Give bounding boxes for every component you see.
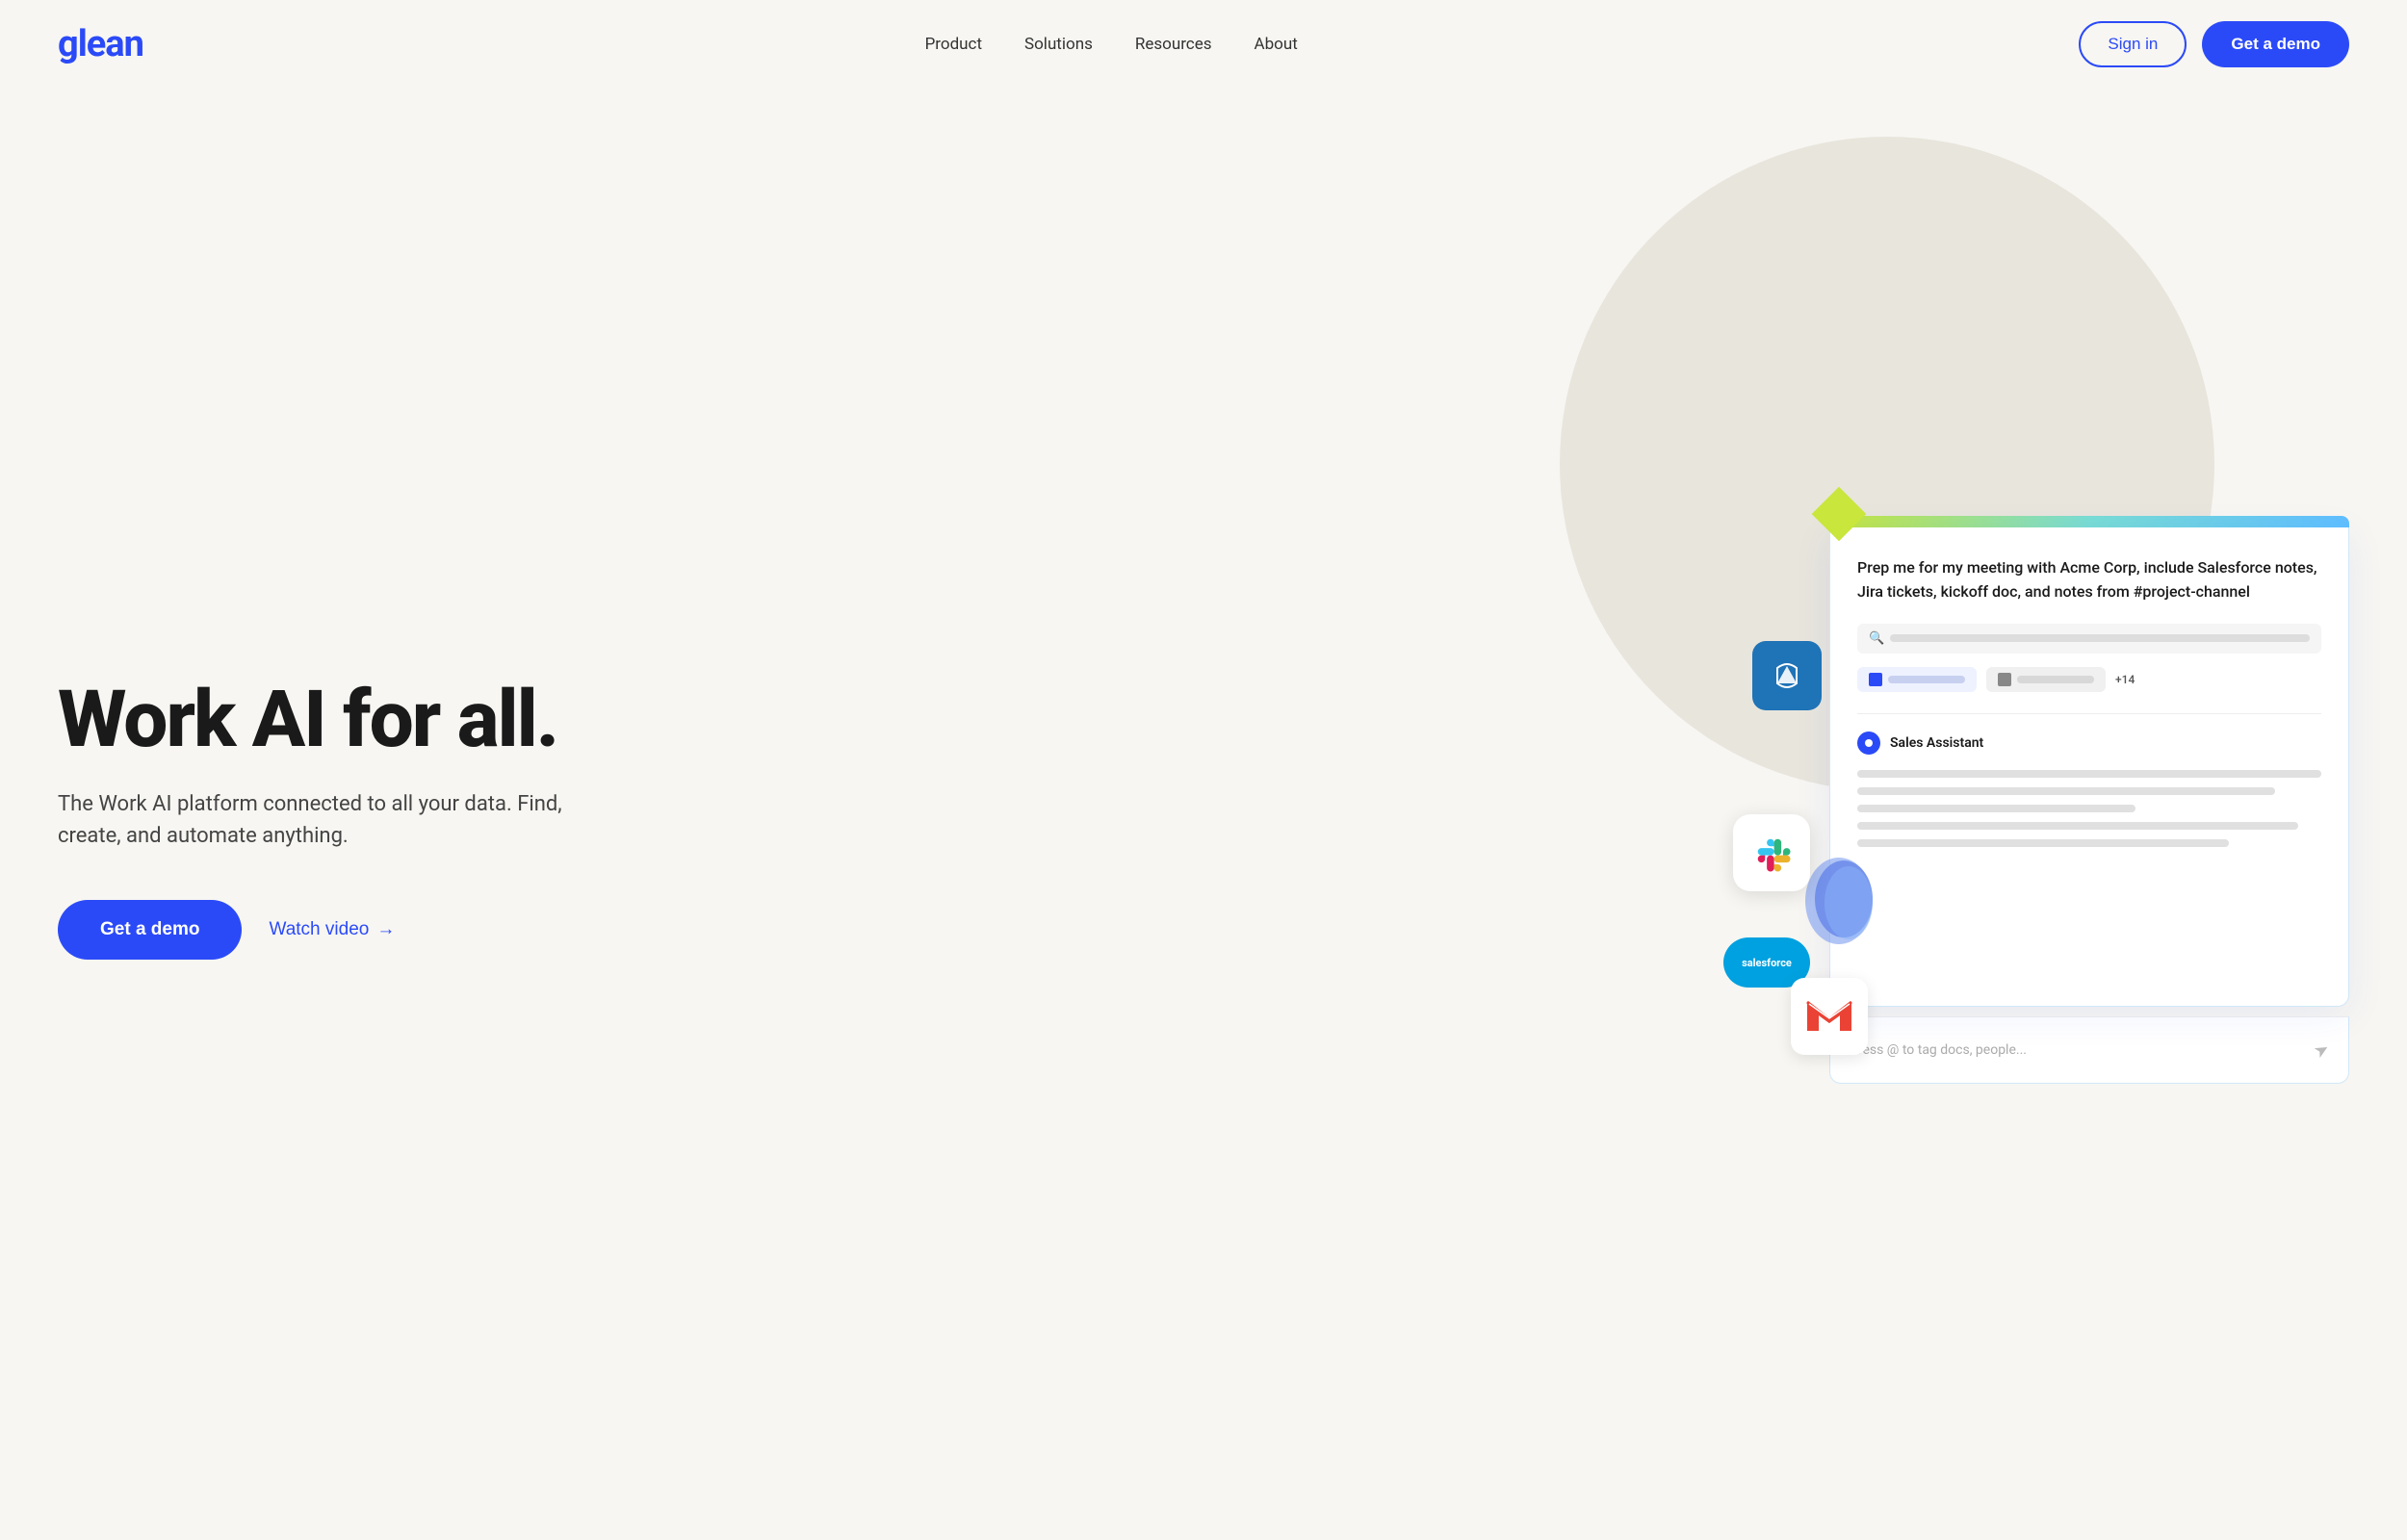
card-input-area[interactable]: Press @ to tag docs, people... ➤ (1829, 1016, 2349, 1084)
chip-line-2 (2017, 676, 2094, 683)
ui-card-wrapper: Prep me for my meeting with Acme Corp, i… (1810, 526, 2349, 1084)
nav-about[interactable]: About (1255, 35, 1298, 54)
chip-settings[interactable] (1986, 667, 2106, 692)
gear-icon (1998, 673, 2011, 686)
doc-icon (1869, 673, 1882, 686)
skel-line-5 (1857, 839, 2229, 847)
get-demo-nav-button[interactable]: Get a demo (2202, 21, 2349, 67)
arrow-icon: → (376, 919, 395, 940)
nav-resources[interactable]: Resources (1135, 35, 1212, 54)
gradient-top-bar (1829, 516, 2349, 527)
chip-line-1 (1888, 676, 1965, 683)
chip-doc[interactable] (1857, 667, 1977, 692)
hero-headline: Work AI for all. (58, 679, 1204, 761)
skel-line-1 (1857, 770, 2321, 778)
nav-links: Product Solutions Resources About (925, 35, 1298, 54)
zendesk-logo (1752, 641, 1822, 710)
ui-mockup-card: Prep me for my meeting with Acme Corp, i… (1829, 527, 2349, 1007)
input-placeholder: Press @ to tag docs, people... (1850, 1042, 2027, 1058)
watch-video-button[interactable]: Watch video → (269, 919, 395, 940)
hero-left: Work AI for all. The Work AI platform co… (58, 650, 1204, 960)
get-demo-hero-button[interactable]: Get a demo (58, 900, 242, 960)
signin-button[interactable]: Sign in (2079, 21, 2187, 67)
assistant-dot (1865, 739, 1873, 747)
chip-count: +14 (2115, 673, 2135, 686)
send-icon[interactable]: ➤ (2311, 1038, 2334, 1063)
hero-section: Work AI for all. The Work AI platform co… (0, 89, 2407, 1540)
card-divider (1857, 713, 2321, 714)
search-bar-line (1890, 634, 2310, 642)
nav-product[interactable]: Product (925, 35, 982, 54)
hero-subtext: The Work AI platform connected to all yo… (58, 788, 578, 852)
card-search-row[interactable]: 🔍 (1857, 624, 2321, 654)
assistant-avatar (1857, 732, 1880, 755)
slack-logo (1733, 814, 1810, 891)
gmail-logo (1791, 978, 1868, 1055)
hero-right: Prep me for my meeting with Acme Corp, i… (1204, 526, 2349, 1084)
assistant-row: Sales Assistant (1857, 732, 2321, 755)
skeleton-lines (1857, 770, 2321, 847)
skel-line-2 (1857, 787, 2275, 795)
search-icon-sm: 🔍 (1869, 631, 1884, 646)
nav-actions: Sign in Get a demo (2079, 21, 2349, 67)
nav-solutions[interactable]: Solutions (1024, 35, 1093, 54)
assistant-label: Sales Assistant (1890, 735, 1983, 751)
hero-ctas: Get a demo Watch video → (58, 900, 1204, 960)
google-drive-logo (1800, 853, 1877, 949)
navbar: glean Product Solutions Resources About … (0, 0, 2407, 89)
card-prompt-text: Prep me for my meeting with Acme Corp, i… (1857, 556, 2321, 604)
card-chips: +14 (1857, 667, 2321, 692)
logo[interactable]: glean (58, 23, 143, 65)
watch-video-label: Watch video (269, 919, 369, 940)
skel-line-3 (1857, 805, 2135, 812)
skel-line-4 (1857, 822, 2298, 830)
